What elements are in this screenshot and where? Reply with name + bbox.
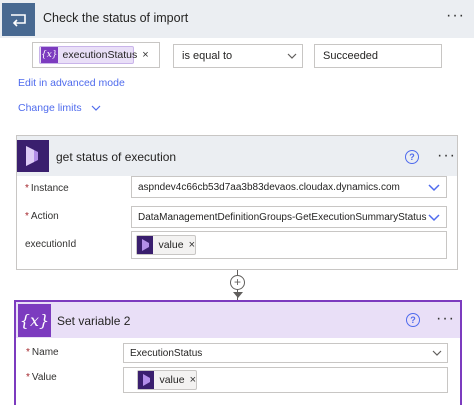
name-label-text: Name	[31, 347, 59, 358]
variable-icon: {x}	[18, 304, 51, 337]
chevron-down-icon	[432, 350, 442, 356]
operator-value: is equal to	[182, 50, 233, 62]
token-label: executionStatus	[62, 49, 138, 61]
variable-icon: {x}	[41, 47, 58, 63]
dynamic-token[interactable]: {x} executionStatus ×	[39, 46, 149, 64]
required-marker: *	[26, 347, 30, 358]
action-card-set-variable: {x} Set variable 2 ? ··· * Name Execution…	[14, 300, 462, 405]
more-options-icon[interactable]: ···	[437, 148, 456, 164]
required-marker: *	[25, 183, 29, 194]
until-title: Check the status of import	[43, 11, 189, 25]
add-step-icon[interactable]: +	[230, 275, 245, 290]
dynamics-app-icon	[17, 140, 49, 172]
value-label: * Value	[26, 372, 57, 383]
chevron-down-icon	[428, 184, 440, 192]
dynamics-app-icon	[138, 371, 155, 389]
name-dropdown[interactable]: ExecutionStatus	[123, 343, 448, 363]
do-until-icon	[2, 3, 35, 36]
card-header[interactable]: get status of execution ? ···	[17, 136, 457, 176]
execution-id-label: executionId	[25, 239, 77, 250]
change-limits-link[interactable]: Change limits	[18, 102, 101, 114]
dynamic-token[interactable]: value ×	[136, 235, 196, 255]
remove-token-icon[interactable]: ×	[190, 374, 196, 386]
instance-value: aspndev4c66cb53d7aa3b83devaos.cloudax.dy…	[138, 182, 400, 193]
name-value: ExecutionStatus	[130, 348, 203, 359]
card-title: get status of execution	[56, 150, 177, 164]
dynamic-token[interactable]: value ×	[137, 370, 197, 390]
required-marker: *	[26, 372, 30, 383]
token-label: value	[158, 239, 184, 251]
card-title: Set variable 2	[57, 314, 131, 328]
operator-dropdown[interactable]: is equal to	[173, 44, 303, 68]
action-card-get-status: get status of execution ? ··· * Instance …	[16, 135, 458, 270]
value-input[interactable]: value ×	[123, 367, 448, 393]
more-options-icon[interactable]: ···	[436, 311, 455, 327]
connector-arrow-icon	[233, 292, 243, 298]
execution-id-input[interactable]: value ×	[131, 231, 447, 259]
action-dropdown[interactable]: DataManagementDefinitionGroups-GetExecut…	[131, 206, 447, 228]
required-marker: *	[25, 211, 29, 222]
help-icon[interactable]: ?	[405, 150, 419, 164]
value-label-text: Value	[31, 372, 57, 383]
more-options-icon[interactable]: ···	[446, 8, 465, 24]
instance-label-text: Instance	[30, 183, 69, 194]
card-header[interactable]: {x} Set variable 2 ? ···	[16, 302, 460, 338]
instance-label: * Instance	[25, 183, 69, 194]
dynamics-app-icon	[137, 236, 154, 254]
instance-dropdown[interactable]: aspndev4c66cb53d7aa3b83devaos.cloudax.dy…	[131, 176, 447, 198]
chevron-down-icon	[428, 214, 440, 222]
chevron-down-icon	[91, 105, 100, 111]
action-value: DataManagementDefinitionGroups-GetExecut…	[138, 212, 427, 223]
remove-token-icon[interactable]: ×	[142, 49, 148, 61]
edit-advanced-mode-link[interactable]: Edit in advanced mode	[18, 77, 125, 89]
help-icon[interactable]: ?	[406, 313, 420, 327]
until-header[interactable]: Check the status of import ···	[0, 0, 474, 38]
action-label: * Action	[25, 211, 59, 222]
change-limits-label: Change limits	[18, 102, 82, 114]
condition-right-operand[interactable]: Succeeded	[314, 44, 442, 68]
token-label: value	[159, 374, 185, 386]
remove-token-icon[interactable]: ×	[189, 239, 195, 251]
action-label-text: Action	[30, 211, 59, 222]
chevron-down-icon	[287, 53, 297, 59]
condition-left-operand[interactable]: {x} executionStatus ×	[32, 42, 160, 68]
name-label: * Name	[26, 347, 59, 358]
